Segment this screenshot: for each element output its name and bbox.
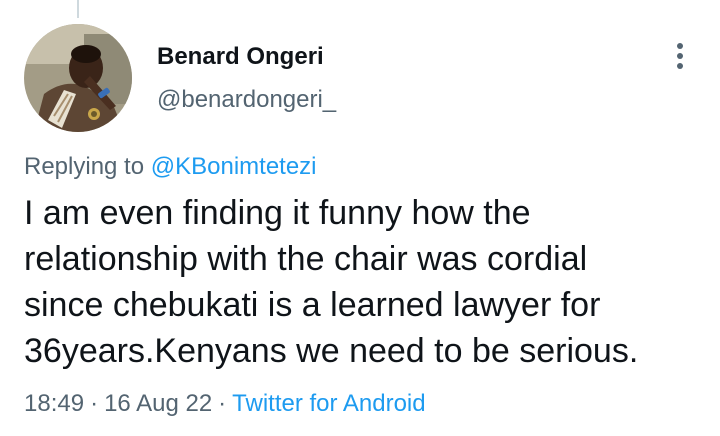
- tweet-metadata: 18:49 · 16 Aug 22 · Twitter for Android: [24, 388, 426, 420]
- reply-mention-link[interactable]: @KBonimtetezi: [151, 153, 317, 180]
- meta-separator: ·: [218, 390, 227, 417]
- tweet-source-link[interactable]: Twitter for Android: [232, 390, 425, 417]
- tweet-date[interactable]: 16 Aug 22: [104, 390, 212, 417]
- more-vertical-icon: [677, 43, 683, 69]
- author-name[interactable]: Benard Ongeri: [157, 41, 324, 73]
- avatar[interactable]: [24, 24, 132, 132]
- thread-connector-line: [77, 0, 79, 18]
- more-options-button[interactable]: [664, 40, 696, 72]
- avatar-photo: [24, 24, 132, 132]
- tweet-text-line: relationship with the chair was cordial: [24, 240, 588, 278]
- meta-separator: ·: [90, 390, 99, 417]
- tweet-text-line: 36years.Kenyans we need to be serious.: [24, 332, 639, 370]
- replying-to-label: Replying to: [24, 153, 145, 180]
- tweet-time[interactable]: 18:49: [24, 390, 84, 417]
- tweet-text-line: since chebukati is a learned lawyer for: [24, 286, 601, 324]
- tweet-text: I am even finding it funny how the relat…: [24, 190, 704, 374]
- replying-to: Replying to @KBonimtetezi: [24, 151, 317, 183]
- tweet-text-line: I am even finding it funny how the: [24, 194, 531, 232]
- author-handle[interactable]: @benardongeri_: [157, 84, 336, 116]
